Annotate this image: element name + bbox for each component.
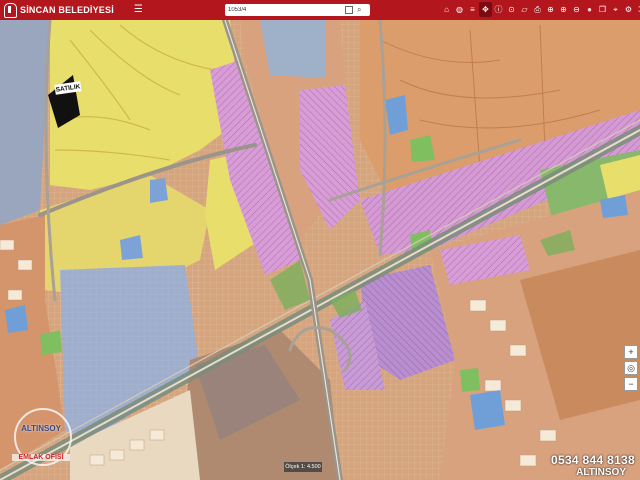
logo-icon xyxy=(4,2,17,18)
area-icon[interactable]: ▱ xyxy=(518,2,531,17)
navigate-icon[interactable]: ✥ xyxy=(479,2,492,17)
search-input[interactable] xyxy=(225,5,343,15)
fullscreen-icon[interactable]: ⛶ xyxy=(635,2,640,17)
map-zoom-controls: + ◎ − xyxy=(624,345,638,391)
municipality-logo[interactable]: SİNCAN BELEDİYESİ xyxy=(4,2,114,18)
contact-phone: 0534 844 8138 xyxy=(551,453,635,467)
zoom-in-icon[interactable]: ⊕ xyxy=(557,2,570,17)
search-icon[interactable]: ⌕ xyxy=(357,5,361,15)
watermark-brand: ALTINSOY xyxy=(21,424,61,433)
location-icon[interactable]: ⌖ xyxy=(609,2,622,17)
home-icon[interactable]: ⌂ xyxy=(440,2,453,17)
logo-text: SİNCAN BELEDİYESİ xyxy=(20,5,114,15)
share-icon[interactable]: ⊕ xyxy=(544,2,557,17)
map-toolbar: ⌂ ◍ ≡ ✥ ⓘ ⊙ ▱ ⎙ ⊕ ⊕ ⊖ ● ❐ ⌖ ⚙ ⛶ xyxy=(440,2,640,17)
watermark-sub: EMLAK OFİSİ xyxy=(12,454,70,461)
zoom-out-icon[interactable]: ⊖ xyxy=(570,2,583,17)
info-icon[interactable]: ⓘ xyxy=(492,2,505,17)
print-icon[interactable]: ⎙ xyxy=(531,2,544,17)
layers-icon[interactable]: ≡ xyxy=(466,2,479,17)
ruler-icon[interactable]: ⊙ xyxy=(505,2,518,17)
scale-indicator: Ölçek 1: 4.500 xyxy=(284,462,322,472)
zoom-in-button[interactable]: + xyxy=(624,345,638,359)
bookmark-icon[interactable]: ❐ xyxy=(596,2,609,17)
brand-text: ALTINSOY xyxy=(576,467,626,478)
locate-button[interactable]: ◎ xyxy=(624,361,638,375)
watermark-logo: ALTINSOY EMLAK OFİSİ xyxy=(8,408,74,468)
globe-icon[interactable]: ◍ xyxy=(453,2,466,17)
zoning-map[interactable] xyxy=(0,0,640,480)
search-option-checkbox[interactable] xyxy=(345,6,353,14)
menu-icon[interactable]: ☰ xyxy=(134,5,143,15)
settings-icon[interactable]: ⚙ xyxy=(622,2,635,17)
zoom-out-button[interactable]: − xyxy=(624,377,638,391)
search-box: ⌕ xyxy=(225,4,370,16)
red-marker-icon[interactable]: ● xyxy=(583,2,596,17)
